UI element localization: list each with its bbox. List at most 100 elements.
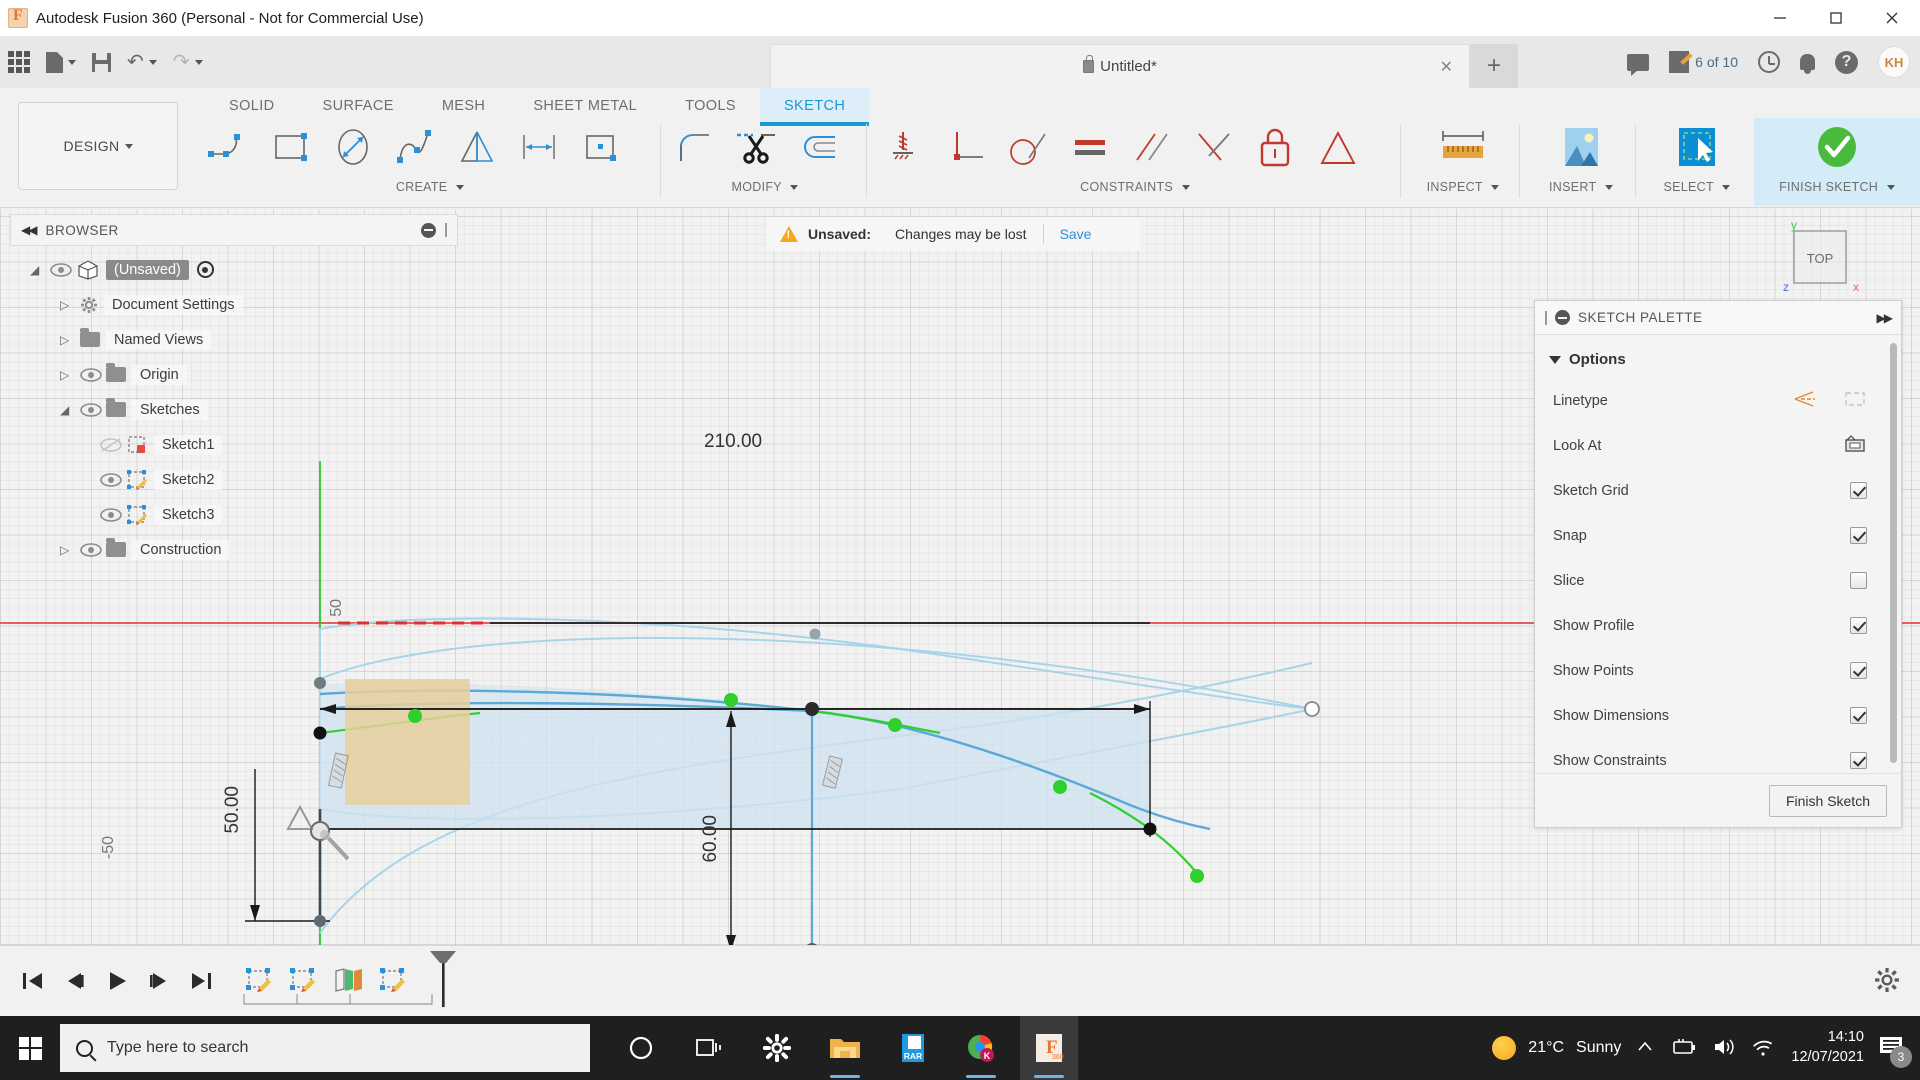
expand-right-icon[interactable]: ▶▶	[1877, 311, 1894, 325]
dimension-60-label[interactable]: 60.00	[700, 815, 722, 863]
panel-select-label[interactable]: SELECT	[1664, 180, 1731, 194]
snap-checkbox[interactable]	[1850, 527, 1867, 544]
expander-collapsed-icon[interactable]: ▷	[60, 298, 80, 312]
file-explorer-button[interactable]	[816, 1016, 874, 1080]
palette-row-linetype[interactable]: Linetype	[1535, 378, 1901, 423]
centerline-linetype-icon[interactable]	[1843, 389, 1867, 412]
avatar[interactable]: KH	[1878, 46, 1910, 78]
redo-button[interactable]: ↷	[165, 36, 211, 88]
new-tab-button[interactable]: +	[1470, 44, 1518, 88]
expander-collapsed-icon[interactable]: ▷	[60, 543, 80, 557]
cortana-button[interactable]	[612, 1016, 670, 1080]
symmetry-constraint-tool[interactable]	[1309, 120, 1367, 174]
panel-inspect[interactable]: INSPECT	[1408, 118, 1518, 206]
construction-linetype-icon[interactable]	[1793, 389, 1817, 412]
offset-tool[interactable]	[789, 120, 847, 174]
show-constraints-checkbox[interactable]	[1850, 752, 1867, 769]
timeline-feature-sketch1[interactable]	[244, 967, 274, 996]
panel-insert[interactable]: INSERT	[1528, 118, 1634, 206]
document-tab[interactable]: Untitled* ✕	[770, 44, 1470, 88]
close-tab-icon[interactable]: ✕	[1440, 57, 1453, 77]
task-view-button[interactable]	[680, 1016, 738, 1080]
visibility-eye-icon[interactable]	[80, 542, 106, 557]
fusion360-taskbar-button[interactable]: F 360	[1020, 1016, 1078, 1080]
sketch-grid-checkbox[interactable]	[1850, 482, 1867, 499]
timeline-step-forward[interactable]	[138, 957, 180, 1005]
visibility-eye-icon[interactable]	[100, 472, 126, 487]
jobs-status[interactable]: 6 of 10	[1669, 51, 1738, 73]
palette-row-show-dimensions[interactable]: Show Dimensions	[1535, 693, 1901, 738]
app-grid-button[interactable]	[0, 36, 38, 88]
sketch-canvas[interactable]: 210.00 60.00 50.00 50 -50 ◀◀ BROWSER ◢ (…	[0, 209, 1920, 945]
panel-grip[interactable]	[445, 223, 447, 237]
sketch-dimension-tool[interactable]	[510, 120, 568, 174]
minimize-button[interactable]	[1752, 0, 1808, 36]
horizontal-vertical-constraint-tool[interactable]	[875, 120, 933, 174]
show-profile-checkbox[interactable]	[1850, 617, 1867, 634]
fillet-tool[interactable]	[665, 120, 723, 174]
timeline-go-to-end[interactable]	[180, 957, 222, 1005]
winrar-button[interactable]: RAR	[884, 1016, 942, 1080]
timeline-go-to-beginning[interactable]	[12, 957, 54, 1005]
tree-item-origin[interactable]: ▷ Origin	[10, 357, 458, 392]
recent-button[interactable]	[1758, 51, 1780, 73]
expander-expanded-icon[interactable]: ◢	[30, 263, 50, 277]
visibility-eye-icon[interactable]	[80, 367, 106, 382]
panel-select[interactable]: SELECT	[1644, 118, 1750, 206]
palette-row-show-profile[interactable]: Show Profile	[1535, 603, 1901, 648]
start-button[interactable]	[0, 1016, 60, 1080]
help-button[interactable]: ?	[1835, 50, 1858, 74]
timeline-play[interactable]	[96, 957, 138, 1005]
visibility-eye-icon[interactable]	[50, 262, 76, 277]
volume-button[interactable]	[1711, 1036, 1737, 1061]
timeline-feature-loft[interactable]	[332, 967, 364, 996]
active-component-radio[interactable]	[196, 261, 214, 278]
tree-item-sketch1[interactable]: Sketch1	[10, 427, 458, 462]
notifications-button[interactable]	[1800, 54, 1815, 74]
palette-row-show-constraints[interactable]: Show Constraints	[1535, 738, 1901, 773]
midpoint-constraint-tool[interactable]	[1185, 120, 1243, 174]
save-button[interactable]	[84, 36, 119, 88]
settings-button[interactable]	[748, 1016, 806, 1080]
dimension-210-label[interactable]: 210.00	[704, 431, 762, 453]
chrome-button[interactable]: K	[952, 1016, 1010, 1080]
fix-unfix-tool[interactable]	[1247, 120, 1305, 174]
expander-collapsed-icon[interactable]: ▷	[60, 333, 80, 347]
visibility-eye-icon[interactable]	[100, 507, 126, 522]
unsaved-save-link[interactable]: Save	[1060, 226, 1092, 242]
panel-create-label[interactable]: CREATE	[200, 180, 660, 194]
timeline-settings-button[interactable]	[1874, 967, 1900, 996]
perpendicular-constraint-tool[interactable]	[937, 120, 995, 174]
panel-finish-sketch[interactable]: FINISH SKETCH	[1754, 118, 1920, 206]
dimension-50-label[interactable]: 50.00	[222, 786, 244, 834]
new-document-button[interactable]	[38, 36, 84, 88]
tangent-constraint-tool[interactable]	[999, 120, 1057, 174]
panel-insert-label[interactable]: INSERT	[1549, 180, 1613, 194]
taskbar-clock[interactable]: 14:10 12/07/2021	[1791, 1028, 1864, 1067]
tree-item-named-views[interactable]: ▷ Named Views	[10, 322, 458, 357]
tree-item-document-settings[interactable]: ▷ Document Settings	[10, 287, 458, 322]
minus-circle-icon[interactable]	[421, 222, 436, 238]
panel-grip[interactable]	[1545, 310, 1547, 325]
tree-item-sketch3[interactable]: Sketch3	[10, 497, 458, 532]
action-center-button[interactable]: 3	[1878, 1034, 1912, 1068]
show-points-checkbox[interactable]	[1850, 662, 1867, 679]
visibility-eye-off-icon[interactable]	[100, 437, 126, 452]
mirror-tool[interactable]	[448, 120, 506, 174]
network-button[interactable]	[1751, 1036, 1777, 1061]
trim-tool[interactable]	[727, 120, 785, 174]
look-at-camera-icon[interactable]	[1843, 434, 1867, 457]
palette-row-sketch-grid[interactable]: Sketch Grid	[1535, 468, 1901, 513]
view-cube[interactable]: TOP y z x	[1770, 218, 1870, 309]
show-hidden-icons-button[interactable]	[1635, 1037, 1655, 1060]
visibility-eye-icon[interactable]	[80, 402, 106, 417]
workspace-selector[interactable]: DESIGN	[18, 102, 178, 190]
panel-modify-label[interactable]: MODIFY	[665, 180, 865, 194]
battery-button[interactable]	[1669, 1037, 1697, 1060]
circle-tool[interactable]	[324, 120, 382, 174]
palette-row-look-at[interactable]: Look At	[1535, 423, 1901, 468]
timeline-step-back[interactable]	[54, 957, 96, 1005]
panel-finish-sketch-label[interactable]: FINISH SKETCH	[1779, 180, 1895, 194]
tree-item-unsaved[interactable]: ◢ (Unsaved)	[10, 252, 458, 287]
rectangular-pattern-tool[interactable]	[572, 120, 630, 174]
